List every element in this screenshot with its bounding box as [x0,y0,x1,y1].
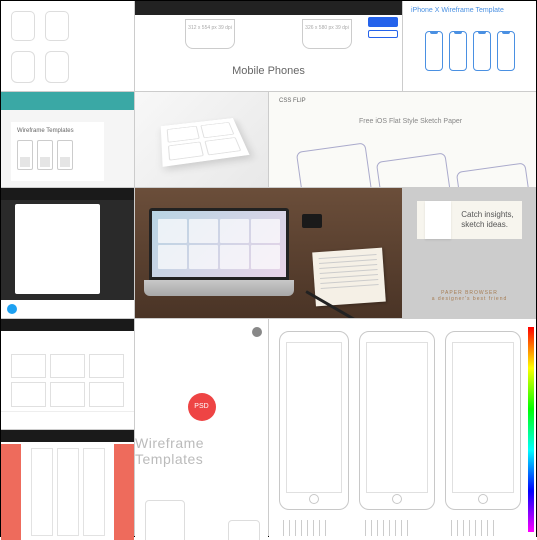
watch-outline [45,51,69,83]
header-bar [1,92,134,110]
notepad-icon [425,201,451,239]
headline-line: sketch ideas. [461,220,508,229]
template-title: iPhone X Wireframe Template [411,7,504,14]
iphone-outline [473,31,491,71]
ipad-outline [359,331,435,510]
thumbnail-laptop-desk[interactable] [135,188,402,318]
wireframe-cell [50,354,85,379]
author-info [252,327,262,340]
thumbnail-grid-wireframes[interactable] [1,319,134,429]
wireframe-cell [11,354,46,379]
ruler-ticks [283,520,326,536]
description-text: Free iOS Flat Style Sketch Paper [359,118,462,125]
wireframe-cell [50,382,85,407]
thumbnail-ios-flat[interactable]: CSS FLIP Free iOS Flat Style Sketch Pape… [269,92,536,187]
wireframe-cell [89,382,124,407]
card-title: Wireframe Templates [17,128,98,134]
color-strip [528,327,534,532]
device-outline [228,520,260,540]
tablet-outline [296,142,372,187]
dimension-label: 312 x 554 px 39 dpi [185,25,235,31]
thumbnail-ipads[interactable] [269,319,536,540]
iphone-outline [449,31,467,71]
brand-subtitle: a designer's best friend [432,296,508,302]
ruler-ticks [451,520,494,536]
toolbar [1,319,134,331]
laptop [149,208,289,298]
toolbar [1,430,134,442]
column-frame [83,448,105,536]
thumbnail-iphone-x[interactable]: iPhone X Wireframe Template [403,1,536,91]
phone-wireframe [37,140,53,170]
catch-insights-tile: Catch insights, sketch ideas. [417,201,521,239]
brand-label: CSS FLIP [279,98,306,104]
template-title: Wireframe Templates [135,435,268,467]
dimension-label: 326 x 580 px 39 dpi [302,25,352,31]
watch-outline [45,11,69,41]
browser-frame [435,304,505,318]
sidebar-actions [368,17,398,87]
ipad-outline [445,331,521,510]
wireframe-cell [11,382,46,407]
secondary-button [368,30,398,38]
share-icon [7,304,17,314]
notebook [312,248,386,307]
tablet-outline [376,152,452,187]
device-outline [145,500,185,540]
format-badge: PSD [188,393,216,421]
laptop-screen [149,208,289,280]
headline-line: Catch insights, [461,210,513,219]
avatar-icon [252,327,262,337]
iphone-outline [497,31,515,71]
primary-button [368,17,398,27]
thumbnail-paper-mockup[interactable] [135,92,268,187]
column-frame [57,448,79,536]
thumbnail-wireframe-templates[interactable]: PSD Wireframe Templates [135,319,268,540]
thumbnail-watches[interactable] [1,1,134,91]
margin-guide [114,444,134,540]
watch-outline [11,51,35,83]
footer-bar [1,300,134,318]
phone-frame [302,19,352,49]
iphone-outline [425,31,443,71]
toolbar [1,188,134,200]
thumbnail-dark-editor[interactable] [1,188,134,318]
toolbar [135,1,402,15]
thumbnail-red-columns[interactable] [1,430,134,540]
window-frame [15,204,100,294]
phone-frame [185,19,235,49]
tablet-outline [456,162,532,187]
thumbnail-mobile-phones[interactable]: 312 x 554 px 39 dpi 326 x 580 px 39 dpi … [135,1,402,91]
footer-bar [1,411,134,429]
thumbnail-templates-teal[interactable]: Wireframe Templates [1,92,134,187]
camera-icon [302,214,322,228]
wireframe-cell [89,354,124,379]
ruler-ticks [365,520,408,536]
ipad-outline [279,331,349,510]
laptop-keyboard [144,280,294,296]
phone-wireframe [17,140,33,170]
section-title: Mobile Phones [232,65,305,77]
thumbnail-stack-right[interactable]: Catch insights, sketch ideas. PAPER BROW… [403,188,536,318]
paper-sheet [160,118,249,167]
column-frame [31,448,53,536]
phone-wireframe [57,140,73,170]
margin-guide [1,444,21,540]
watch-outline [11,11,35,41]
